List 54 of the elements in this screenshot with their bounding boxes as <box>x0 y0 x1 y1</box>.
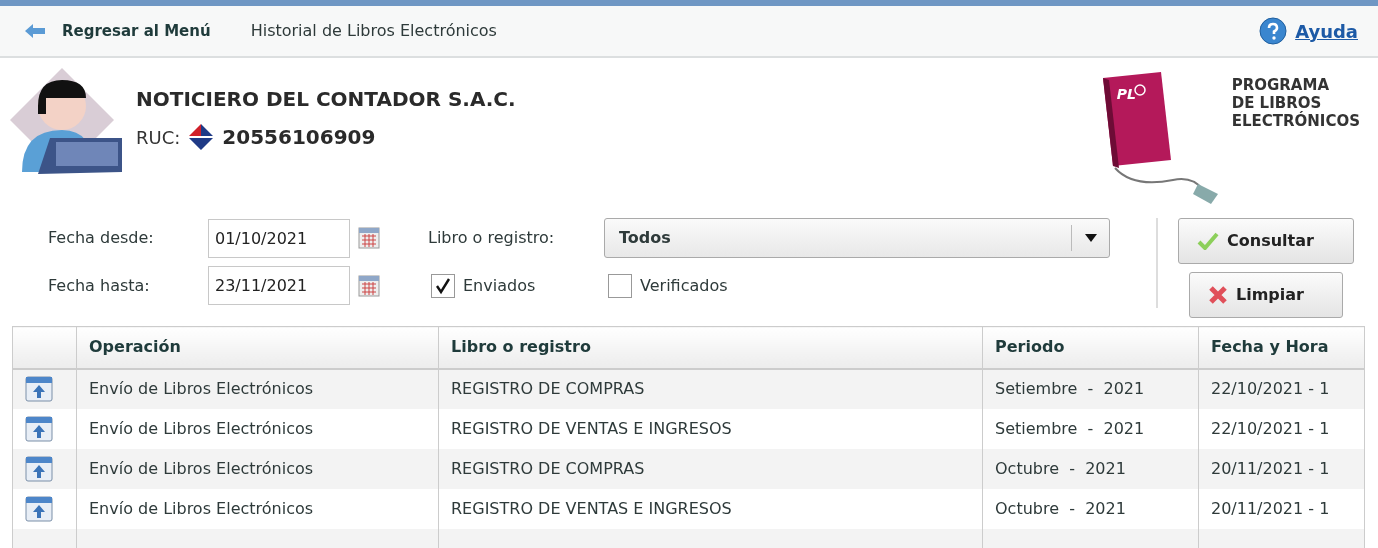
table-cell: Envío de Libros Electrónicos <box>76 408 439 449</box>
page-title: Historial de Libros Electrónicos <box>250 20 497 42</box>
ruc-label: RUC: <box>136 125 181 150</box>
logo-mark: PL <box>1116 85 1136 104</box>
back-arrow-icon[interactable] <box>24 23 46 39</box>
table-cell: 20/11/2021 - 1 <box>1198 488 1365 529</box>
help-link[interactable]: Ayuda <box>1295 17 1358 45</box>
upload-icon[interactable] <box>25 455 53 482</box>
upload-icon[interactable] <box>25 415 53 442</box>
close-icon <box>1208 285 1228 305</box>
upload-icon[interactable] <box>25 495 53 522</box>
check-icon <box>1197 232 1219 250</box>
calendar-icon[interactable] <box>358 227 380 249</box>
table-cell: Setiembre - 2021 <box>982 408 1199 449</box>
diamond-icon <box>188 123 215 151</box>
book-dropdown[interactable]: Todos <box>604 218 1110 258</box>
checkbox-label: Enviados <box>463 274 537 297</box>
upload-icon[interactable] <box>25 376 53 402</box>
help-icon[interactable] <box>1259 17 1288 45</box>
table-cell: Envío de Libros Electrónicos <box>76 368 439 409</box>
date-to-label: Fecha hasta: <box>47 274 151 297</box>
table-cell: Octubre - 2021 <box>982 488 1199 529</box>
table-cell: REGISTRO DE COMPRAS <box>438 368 983 409</box>
table-cell: Octubre - 2021 <box>982 448 1199 489</box>
table-cell: Setiembre - 2021 <box>982 368 1199 409</box>
table-cell: REGISTRO DE VENTAS E INGRESOS <box>438 408 983 449</box>
caret-icon <box>1084 234 1097 242</box>
logo-text: PROGRAMA <box>1231 76 1330 94</box>
date-from-label: Fecha desde: <box>47 227 155 249</box>
book-label: Libro o registro: <box>428 227 556 249</box>
ruc-number: 20556106909 <box>222 124 376 151</box>
logo-text: DE LIBROS <box>1231 94 1322 112</box>
table-cell: 20/11/2021 - 1 <box>1198 448 1365 489</box>
back-link[interactable]: Regresar al Menú <box>62 19 211 43</box>
search-button[interactable]: Consultar <box>1178 218 1354 264</box>
checkbox[interactable] <box>608 273 632 298</box>
table-cell: 22/10/2021 - 1 <box>1198 368 1365 409</box>
column-header: Periodo <box>982 326 1199 369</box>
table-cell: REGISTRO DE VENTAS E INGRESOS <box>438 488 983 529</box>
checkbox-label: Verificados <box>640 274 728 297</box>
date-from-field[interactable]: 01/10/2021 <box>208 218 350 258</box>
clear-button[interactable]: Limpiar <box>1189 272 1343 318</box>
column-header: Libro o registro <box>438 326 983 369</box>
table-cell: 22/10/2021 - 1 <box>1198 408 1365 449</box>
column-header: Fecha y Hora <box>1198 326 1365 369</box>
table-cell: Envío de Libros Electrónicos <box>76 448 439 489</box>
logo-text: ELECTRÓNICOS <box>1231 112 1360 130</box>
column-header: Operación <box>76 326 439 369</box>
checkbox[interactable] <box>431 273 455 298</box>
date-to-field[interactable]: 23/11/2021 <box>208 266 350 305</box>
table-cell: Envío de Libros Electrónicos <box>76 488 439 529</box>
calendar-icon[interactable] <box>358 274 380 297</box>
company-name: NOTICIERO DEL CONTADOR S.A.C. <box>136 86 516 113</box>
table-cell: REGISTRO DE COMPRAS <box>438 448 983 489</box>
